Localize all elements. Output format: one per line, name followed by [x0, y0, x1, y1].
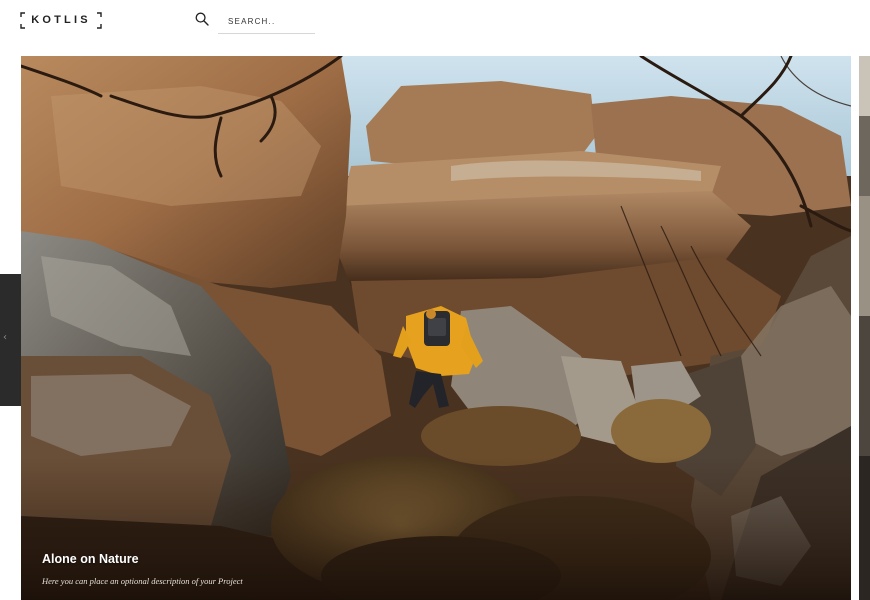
page: KOTLIS ‹ — [0, 0, 870, 600]
next-slide-photo — [859, 56, 870, 600]
logo-text: KOTLIS — [31, 14, 91, 26]
slide-description: Here you can place an optional descripti… — [42, 576, 243, 586]
slide-caption: Alone on Nature Here you can place an op… — [42, 552, 243, 586]
prev-slide-button[interactable]: ‹ — [0, 274, 21, 406]
chevron-left-icon: ‹ — [3, 332, 7, 343]
slide-title[interactable]: Alone on Nature — [42, 552, 243, 566]
slide-photo — [21, 56, 851, 600]
slide-current[interactable]: Alone on Nature Here you can place an op… — [21, 56, 851, 600]
search-icon[interactable] — [195, 12, 209, 26]
next-slide-thumbnail[interactable] — [859, 56, 870, 600]
site-logo[interactable]: KOTLIS — [20, 12, 102, 29]
search-input[interactable] — [218, 10, 315, 34]
